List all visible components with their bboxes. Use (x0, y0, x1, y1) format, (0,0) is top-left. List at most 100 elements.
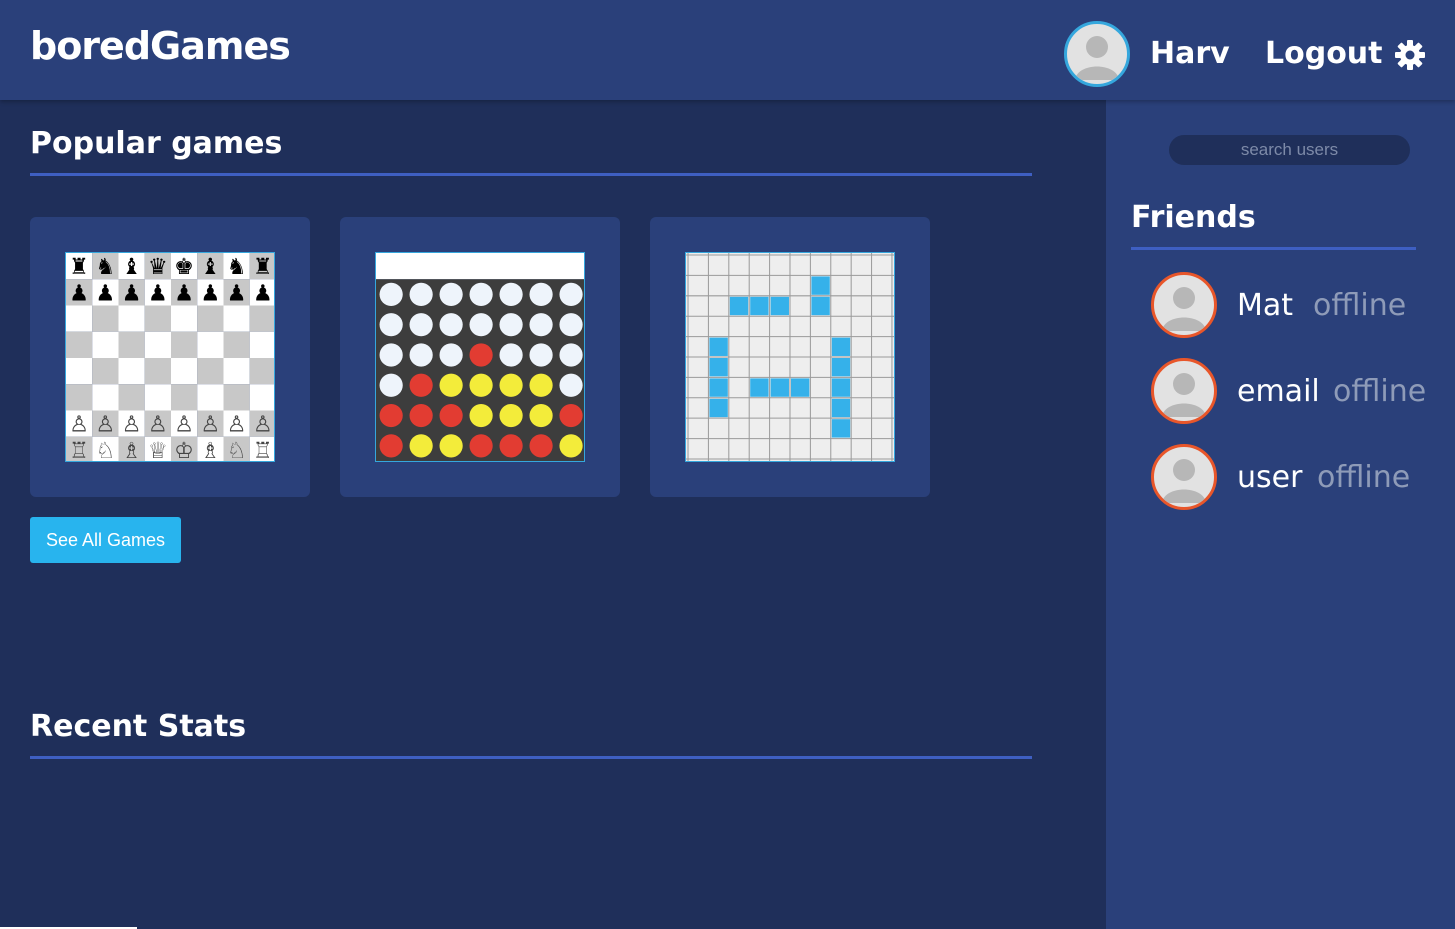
chess-piece: ♟ (200, 280, 220, 306)
game-card-battleship[interactable] (650, 217, 930, 497)
friend-item[interactable]: user offline (1151, 444, 1451, 510)
connect-four-disc (439, 403, 463, 428)
chess-piece: ♙ (253, 412, 273, 438)
connect-four-disc (529, 343, 553, 367)
ship-cell (709, 398, 728, 418)
connect-four-disc (469, 403, 493, 428)
friend-item[interactable]: Mat offline (1151, 272, 1451, 338)
chess-piece: ♟ (122, 280, 142, 306)
header-username[interactable]: Harv (1150, 36, 1230, 71)
logout-link[interactable]: Logout (1265, 36, 1383, 71)
connect-four-disc (409, 403, 433, 428)
connect-four-disc (379, 282, 403, 307)
connect-four-disc (379, 313, 403, 337)
gear-icon[interactable] (1394, 39, 1426, 71)
chess-piece: ♖ (253, 438, 273, 462)
chess-piece: ♘ (95, 438, 115, 462)
chess-piece: ♟ (69, 280, 89, 306)
connect-four-disc (409, 434, 433, 458)
ship-cell (770, 378, 789, 397)
friends-title: Friends (1131, 200, 1256, 235)
search-users-input[interactable] (1169, 135, 1410, 165)
friend-name: Mat (1237, 288, 1294, 323)
app-logo[interactable]: boredGames (30, 24, 291, 68)
battleship-thumbnail (685, 252, 895, 462)
connect-four-disc (529, 434, 553, 458)
connect-four-disc (559, 313, 583, 337)
friend-item[interactable]: email offline (1151, 358, 1451, 424)
friends-sidebar: Friends Mat offline email offline user o… (1106, 100, 1455, 929)
ship-cell (709, 378, 728, 397)
popular-games-divider (30, 173, 1032, 176)
chess-piece: ♟ (253, 280, 273, 306)
connect-four-disc (559, 403, 583, 428)
chess-piece: ♟ (174, 280, 194, 306)
connect-four-disc (469, 343, 493, 367)
chess-piece: ♙ (148, 412, 168, 438)
connect-four-disc (469, 313, 493, 337)
chess-piece: ♙ (95, 412, 115, 438)
game-card-connect-four[interactable] (340, 217, 620, 497)
ship-cell (791, 378, 810, 397)
connect-four-disc (529, 313, 553, 337)
chess-piece: ♞ (95, 254, 115, 280)
chess-piece: ♞ (227, 254, 247, 280)
connect-four-disc (529, 373, 553, 397)
friend-avatar-icon (1151, 444, 1217, 510)
connect-four-disc (439, 343, 463, 367)
connect-four-thumbnail (375, 252, 585, 462)
chess-piece: ♗ (200, 438, 220, 462)
ship-cell (831, 358, 851, 377)
connect-four-disc (469, 282, 493, 307)
friend-name: user (1237, 460, 1303, 495)
user-avatar-icon[interactable] (1064, 21, 1130, 87)
chess-board-thumbnail: ♜ ♞ ♝ ♛ ♚ ♝ ♞ ♜ ♟ ♟ ♟ ♟ ♟ ♟ ♟ ♟ ♙ ♙ ♙ ♙ ♙ ♙ ♙ ♙ ♖ ♘ ♗ ♕ ♔ ♗ ♘ ♖ (65, 252, 275, 462)
connect-four-disc (559, 282, 583, 307)
game-card-chess[interactable]: ♜ ♞ ♝ ♛ ♚ ♝ ♞ ♜ ♟ ♟ ♟ ♟ ♟ ♟ ♟ ♟ ♙ ♙ ♙ ♙ ♙ ♙ ♙ ♙ ♖ ♘ ♗ ♕ ♔ ♗ ♘ ♖ (30, 217, 310, 497)
chess-piece: ♝ (122, 254, 142, 280)
chess-piece: ♜ (253, 254, 273, 280)
top-header: boredGames Harv Logout (0, 0, 1455, 100)
ship-cell (831, 337, 851, 356)
connect-four-disc (499, 373, 523, 397)
connect-four-disc (379, 373, 403, 397)
chess-piece: ♟ (95, 280, 115, 306)
chess-piece: ♙ (227, 412, 247, 438)
connect-four-disc (409, 373, 433, 397)
connect-four-disc (469, 434, 493, 458)
connect-four-disc (439, 282, 463, 307)
connect-four-disc (559, 343, 583, 367)
ship-cell (709, 358, 728, 377)
connect-four-disc (559, 434, 583, 458)
connect-four-disc (409, 313, 433, 337)
ship-cell (729, 296, 749, 316)
connect-four-disc (499, 434, 523, 458)
connect-four-disc (379, 343, 403, 367)
recent-stats-title: Recent Stats (30, 709, 247, 744)
connect-four-disc (499, 282, 523, 307)
chess-piece: ♟ (227, 280, 247, 306)
popular-games-title: Popular games (30, 126, 283, 161)
connect-four-disc (529, 282, 553, 307)
connect-four-disc (559, 373, 583, 397)
ship-cell (831, 378, 851, 397)
chess-piece: ♖ (69, 438, 89, 462)
friend-avatar-icon (1151, 358, 1217, 424)
chess-piece: ♟ (148, 280, 168, 306)
connect-four-disc (439, 434, 463, 458)
connect-four-disc (469, 373, 493, 397)
chess-piece: ♕ (148, 438, 168, 462)
connect-four-disc (409, 282, 433, 307)
connect-four-disc (439, 373, 463, 397)
connect-four-disc (529, 403, 553, 428)
chess-piece: ♙ (69, 412, 89, 438)
connect-four-disc (409, 343, 433, 367)
chess-piece: ♘ (227, 438, 247, 462)
friend-status: offline (1333, 374, 1427, 409)
friend-name: email (1237, 374, 1320, 409)
friend-status: offline (1317, 460, 1411, 495)
chess-piece: ♛ (148, 254, 168, 280)
chess-piece: ♙ (122, 412, 142, 438)
connect-four-disc (379, 403, 403, 428)
see-all-games-button[interactable]: See All Games (30, 517, 181, 563)
